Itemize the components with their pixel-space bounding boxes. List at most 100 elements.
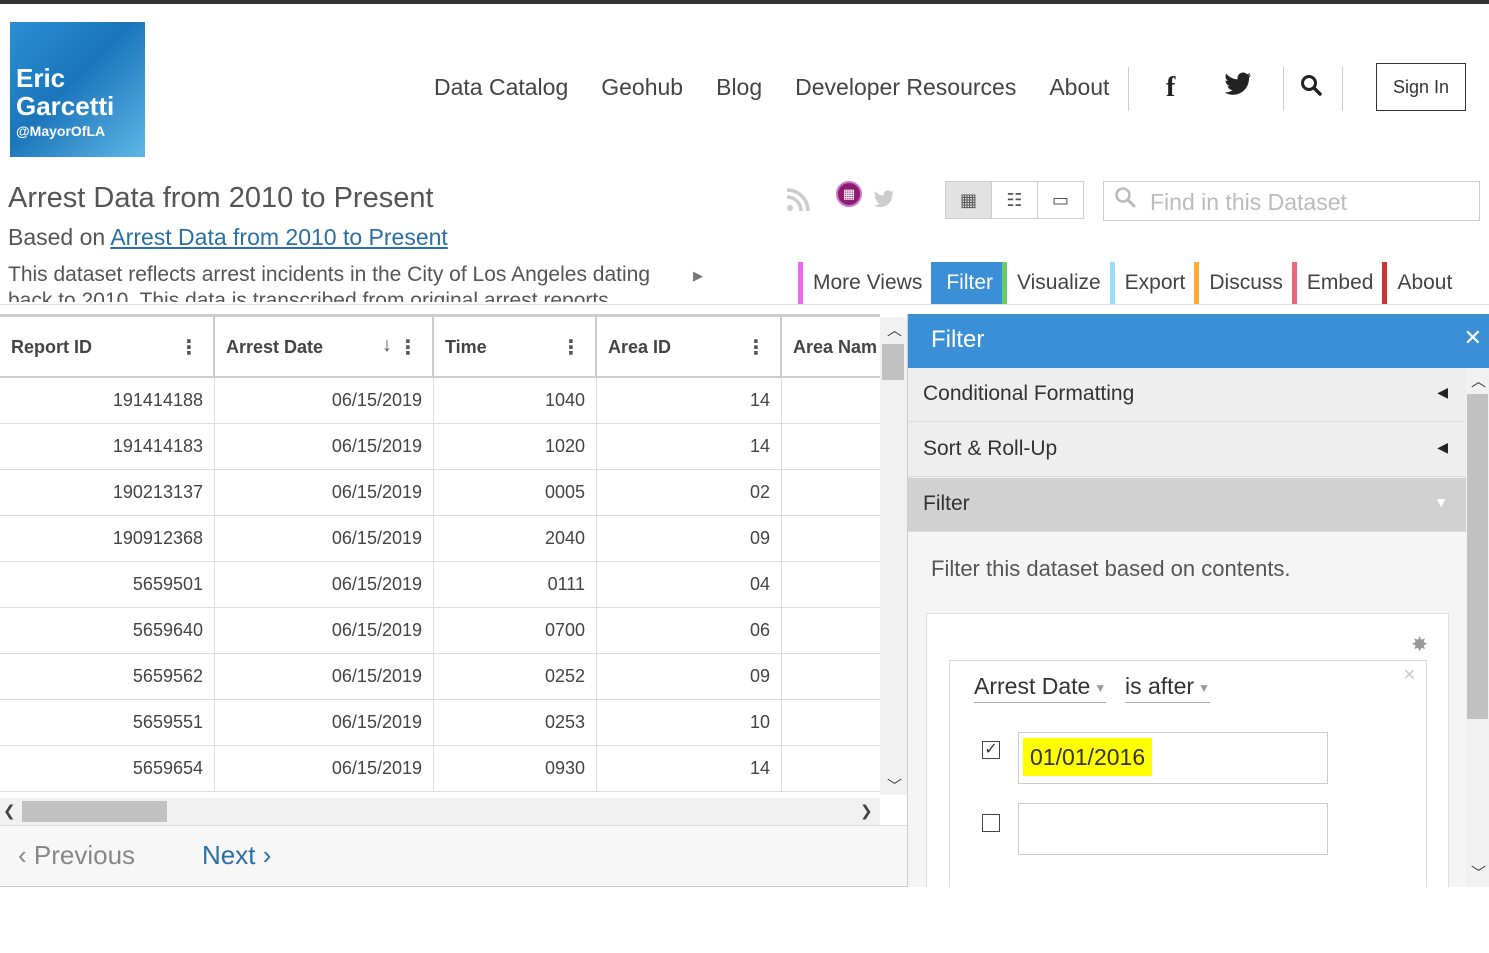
scrollbar-thumb[interactable] — [1467, 394, 1488, 719]
tab-visualize[interactable]: Visualize — [1002, 262, 1110, 304]
column-menu-icon[interactable]: ⋮ — [746, 335, 766, 360]
table-row[interactable]: 5659654 06/15/2019 0930 14 — [0, 746, 880, 792]
accordion-filter[interactable]: Filter ▼ — [908, 478, 1466, 532]
filter-value-input-1[interactable]: 01/01/2016 — [1018, 732, 1328, 784]
table-cell — [782, 654, 880, 699]
value-checkbox-1[interactable]: ✓ — [982, 741, 1000, 759]
table-vertical-scrollbar[interactable]: ︿ ﹀ — [880, 317, 907, 795]
table-cell: 191414183 — [0, 424, 215, 469]
table-cell: 5659654 — [0, 746, 215, 791]
filter-panel-title: Filter — [931, 326, 985, 353]
table-cell: 0111 — [434, 562, 597, 607]
facebook-icon[interactable]: f — [1166, 72, 1175, 104]
panel-vertical-scrollbar[interactable]: ︿ ﹀ — [1466, 368, 1489, 887]
filter-value-1: 01/01/2016 — [1023, 738, 1153, 776]
rss-icon[interactable] — [786, 188, 810, 219]
tab-about[interactable]: About — [1382, 262, 1462, 304]
column-menu-icon[interactable]: ⋮ — [561, 335, 581, 360]
table-row[interactable]: 5659501 06/15/2019 0111 04 — [0, 562, 880, 608]
gear-icon[interactable]: ✸ — [1411, 632, 1428, 657]
twitter-icon[interactable] — [1224, 72, 1252, 103]
close-icon[interactable]: ✕ — [1464, 325, 1482, 351]
column-header-arrest-date[interactable]: Arrest Date ↓ ⋮ — [215, 317, 434, 376]
logo-line2: Garcetti — [16, 91, 115, 121]
nav-data-catalog[interactable]: Data Catalog — [434, 74, 568, 101]
caret-left-icon: ◀ — [1437, 384, 1448, 400]
grid-view-icon[interactable]: ▦ — [946, 182, 992, 218]
table-header: Report ID ⋮ Arrest Date ↓ ⋮ Time ⋮ Area ID ⋮ … — [0, 317, 880, 378]
next-page-button[interactable]: Next › — [202, 840, 271, 871]
table-row[interactable]: 190912368 06/15/2019 2040 09 — [0, 516, 880, 562]
dataset-description: This dataset reflects arrest incidents i… — [8, 263, 651, 302]
table-cell: 0252 — [434, 654, 597, 699]
column-menu-icon[interactable]: ⋮ — [179, 335, 199, 360]
tab-more-views[interactable]: More Views — [798, 262, 932, 304]
table-row[interactable]: 191414188 06/15/2019 1040 14 — [0, 378, 880, 424]
table-cell: 5659501 — [0, 562, 215, 607]
tab-export[interactable]: Export — [1109, 262, 1195, 304]
top-border — [0, 0, 1489, 4]
column-header-report-id[interactable]: Report ID ⋮ — [0, 317, 215, 376]
table-cell: 0253 — [434, 700, 597, 745]
column-select-value: Arrest Date — [974, 673, 1091, 699]
scroll-down-icon[interactable]: ﹀ — [1471, 862, 1486, 883]
scroll-right-icon[interactable]: ❯ — [860, 802, 873, 820]
tab-embed[interactable]: Embed — [1291, 262, 1383, 304]
sort-descending-icon[interactable]: ↓ — [382, 334, 392, 357]
table-cell: 09 — [597, 654, 782, 699]
table-row[interactable]: 5659551 06/15/2019 0253 10 — [0, 700, 880, 746]
table-cell: 06/15/2019 — [215, 516, 434, 561]
nav-about[interactable]: About — [1049, 74, 1109, 101]
column-header-area-id[interactable]: Area ID ⋮ — [597, 317, 782, 376]
column-select[interactable]: Arrest Date ▼ — [974, 673, 1107, 703]
table-horizontal-scrollbar[interactable]: ❮ ❯ — [0, 798, 880, 825]
table-row[interactable]: 190213137 06/15/2019 0005 02 — [0, 470, 880, 516]
nav-blog[interactable]: Blog — [716, 74, 762, 101]
row-view-icon[interactable]: ☷ — [992, 182, 1038, 218]
accordion-label: Conditional Formatting — [923, 382, 1135, 405]
dataset-search-input[interactable] — [1148, 186, 1472, 218]
scroll-up-icon[interactable]: ︿ — [887, 319, 902, 340]
accordion-conditional-formatting[interactable]: Conditional Formatting ◀ — [908, 368, 1466, 422]
table-row[interactable]: 5659640 06/15/2019 0700 06 — [0, 608, 880, 654]
expand-description-icon[interactable]: ▶ — [693, 268, 703, 284]
tab-underline — [0, 304, 1489, 305]
column-label: Report ID — [11, 337, 92, 357]
table-cell: 06/15/2019 — [215, 378, 434, 423]
operator-select[interactable]: is after ▼ — [1125, 673, 1210, 703]
table-cell: 190912368 — [0, 516, 215, 561]
twitter-share-icon[interactable] — [873, 190, 895, 214]
accordion-sort-rollup[interactable]: Sort & Roll-Up ◀ — [908, 423, 1466, 477]
table-cell: 1040 — [434, 378, 597, 423]
operator-select-value: is after — [1125, 673, 1195, 699]
mayor-logo[interactable]: Eric Garcetti @MayorOfLA — [10, 22, 145, 157]
scroll-up-icon[interactable]: ︿ — [1471, 370, 1486, 391]
parent-dataset-link[interactable]: Arrest Data from 2010 to Present — [110, 224, 448, 250]
previous-page-button[interactable]: ‹ Previous — [18, 840, 135, 871]
tab-discuss[interactable]: Discuss — [1194, 262, 1292, 304]
table-cell: 10 — [597, 700, 782, 745]
table-row[interactable]: 191414183 06/15/2019 1020 14 — [0, 424, 880, 470]
nav-geohub[interactable]: Geohub — [601, 74, 683, 101]
remove-condition-icon[interactable]: ✕ — [1403, 665, 1416, 685]
value-checkbox-2[interactable] — [982, 814, 1000, 832]
column-menu-icon[interactable]: ⋮ — [398, 335, 418, 360]
scrollbar-thumb[interactable] — [882, 344, 904, 380]
table-cell: 190213137 — [0, 470, 215, 515]
page-view-icon[interactable]: ▭ — [1038, 182, 1083, 218]
column-header-time[interactable]: Time ⋮ — [434, 317, 597, 376]
filter-panel-header: Filter ✕ — [908, 314, 1489, 368]
filter-value-input-2[interactable] — [1018, 803, 1328, 855]
calendar-icon[interactable]: ▦ — [836, 181, 862, 207]
scrollbar-thumb[interactable] — [22, 801, 167, 822]
filter-description: Filter this dataset based on contents. — [931, 556, 1291, 581]
column-header-area-name[interactable]: Area Nam — [782, 317, 880, 376]
sign-in-button[interactable]: Sign In — [1376, 63, 1466, 111]
table-cell: 14 — [597, 378, 782, 423]
nav-developer-resources[interactable]: Developer Resources — [795, 74, 1016, 101]
scroll-left-icon[interactable]: ❮ — [3, 802, 16, 820]
search-icon[interactable] — [1300, 74, 1322, 103]
tab-filter[interactable]: Filter — [931, 262, 1002, 304]
scroll-down-icon[interactable]: ﹀ — [887, 775, 902, 796]
table-row[interactable]: 5659562 06/15/2019 0252 09 — [0, 654, 880, 700]
